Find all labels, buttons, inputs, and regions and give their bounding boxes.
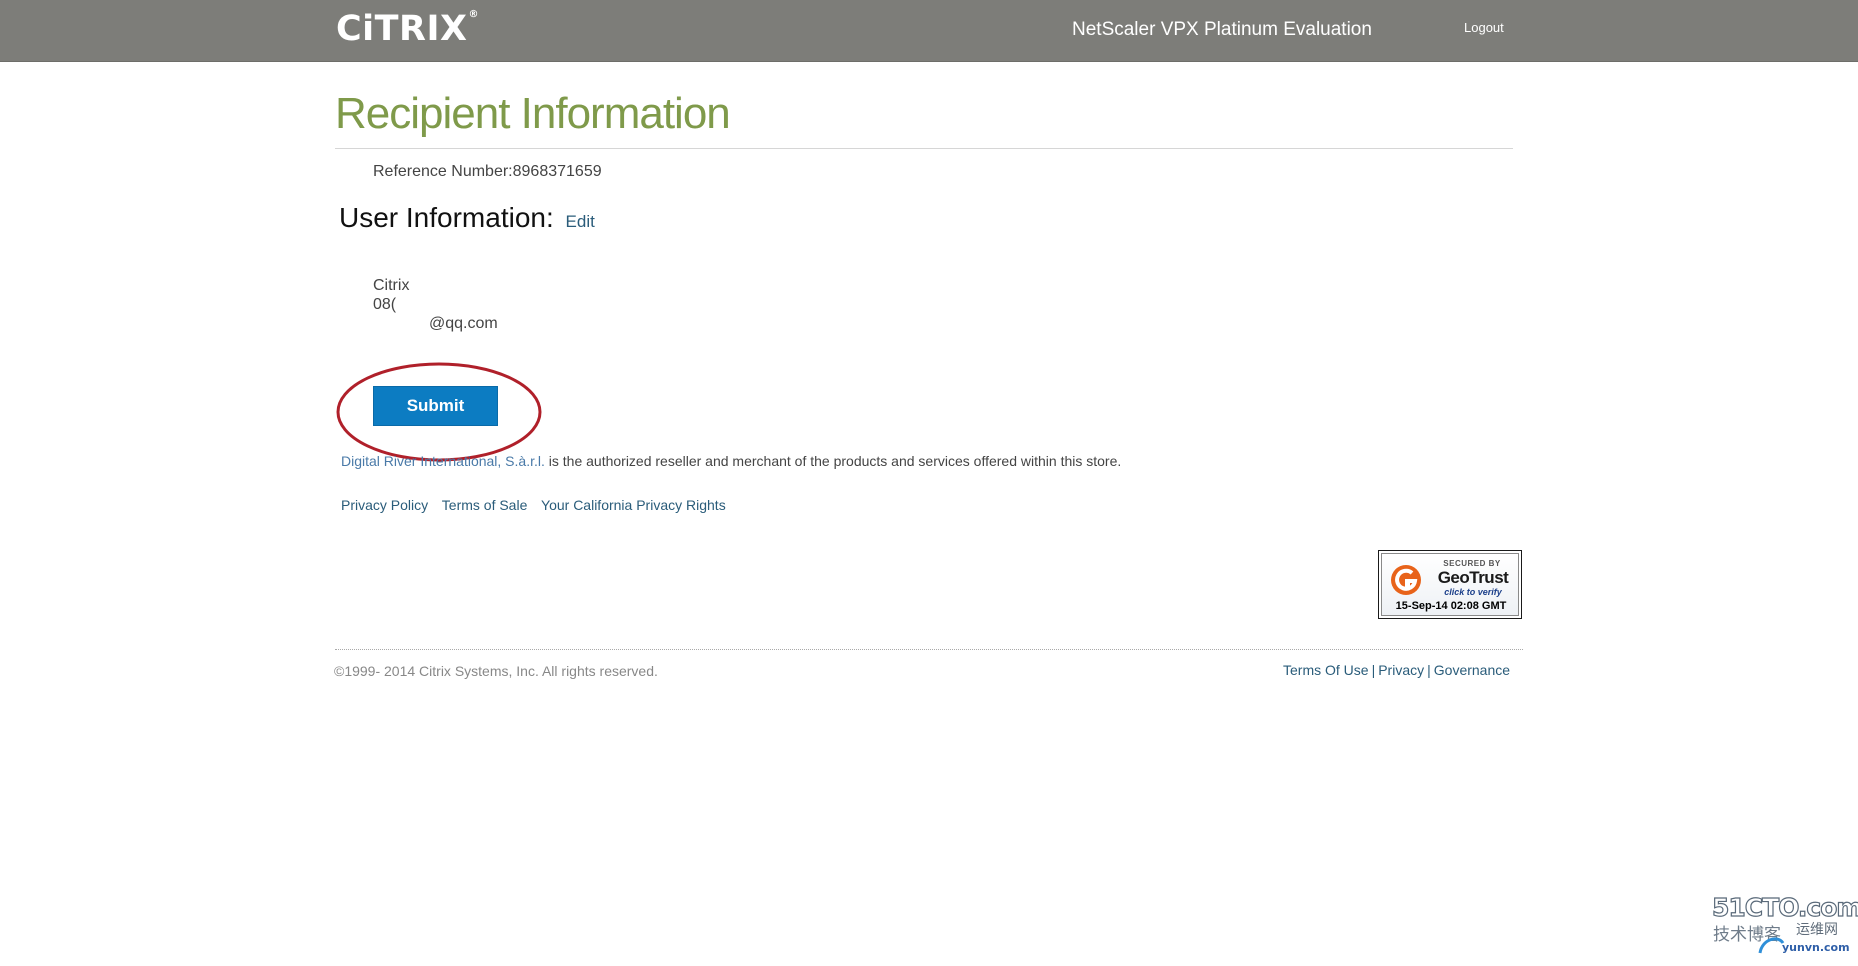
redacted-area <box>373 316 429 331</box>
geotrust-brand: GeoTrust <box>1437 568 1509 587</box>
user-details: Citrix 08( @qq.com <box>373 276 498 333</box>
reseller-text: is the authorized reseller and merchant … <box>544 453 1122 469</box>
site-watermark: 51CTO.com 技术博客 运维网 yunvn.com <box>1711 892 1858 961</box>
california-privacy-rights-link[interactable]: Your California Privacy Rights <box>541 497 726 513</box>
logout-link[interactable]: Logout <box>1464 19 1504 37</box>
geotrust-verify: click to verify <box>1444 587 1502 597</box>
copyright-text: ©1999- 2014 Citrix Systems, Inc. All rig… <box>334 663 658 679</box>
logo-text: CiTRIX <box>336 9 468 49</box>
top-navigation-bar: CiTRIX® NetScaler VPX Platinum Evaluatio… <box>0 0 1858 62</box>
policy-links: Privacy Policy Terms of Sale Your Califo… <box>341 496 736 514</box>
reference-number: 8968371659 <box>512 163 602 180</box>
privacy-policy-link[interactable]: Privacy Policy <box>341 497 428 513</box>
user-information-heading: User Information: Edit <box>339 200 595 240</box>
user-phone: 08( <box>373 296 397 313</box>
reference-label: Reference Number: <box>373 163 513 180</box>
reference-number-line: Reference Number:8968371659 <box>373 162 602 182</box>
title-divider <box>335 148 1513 149</box>
terms-of-use-link[interactable]: Terms Of Use <box>1283 662 1369 678</box>
user-email-domain: @qq.com <box>429 315 498 332</box>
user-email: @qq.com <box>373 314 498 333</box>
geotrust-seal[interactable]: SECURED BY GeoTrust click to verify 15-S… <box>1378 550 1522 619</box>
geotrust-logo-icon <box>1391 565 1421 595</box>
user-company: Citrix <box>373 277 410 294</box>
submit-button[interactable]: Submit <box>373 386 498 426</box>
watermark-brand: 51CTO.com <box>1711 892 1858 922</box>
page-title: Recipient Information <box>335 89 731 138</box>
footer-divider <box>335 649 1523 650</box>
edit-user-info-link[interactable]: Edit <box>566 212 595 231</box>
terms-of-sale-link[interactable]: Terms of Sale <box>442 497 528 513</box>
governance-link[interactable]: Governance <box>1434 662 1510 678</box>
legal-links: Terms Of Use | Privacy | Governance <box>1283 661 1510 679</box>
reseller-notice: Digital River International, S.à.r.l. is… <box>341 452 1121 470</box>
registered-mark: ® <box>468 9 480 20</box>
geotrust-secured-by: SECURED BY <box>1443 559 1501 568</box>
product-title: NetScaler VPX Platinum Evaluation <box>1072 19 1372 40</box>
geotrust-date: 15-Sep-14 02:08 GMT <box>1395 600 1507 612</box>
reseller-name: Digital River International, S.à.r.l. <box>341 453 545 469</box>
watermark-subtitle-2: 运维网 <box>1796 922 1838 938</box>
link-separator: | <box>1427 662 1431 678</box>
user-information-title: User Information: <box>339 202 554 233</box>
link-separator: | <box>1371 662 1376 678</box>
privacy-link[interactable]: Privacy <box>1378 662 1424 678</box>
citrix-logo[interactable]: CiTRIX® <box>336 6 479 52</box>
watermark-site: yunvn.com <box>1782 941 1850 954</box>
geotrust-seal-frame: SECURED BY GeoTrust click to verify 15-S… <box>1381 553 1519 616</box>
